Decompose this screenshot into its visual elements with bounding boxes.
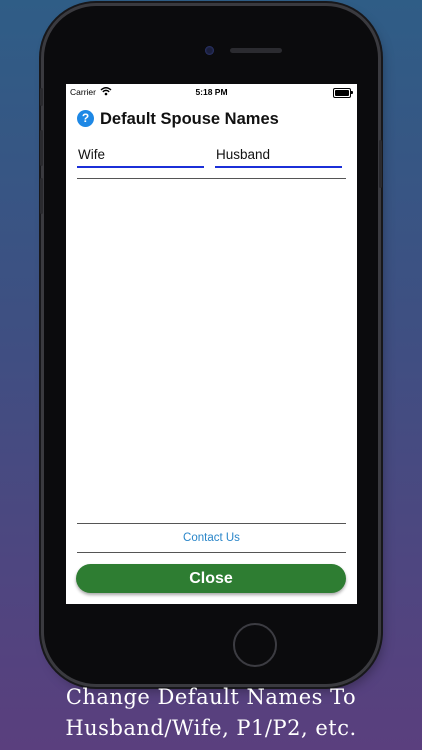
- wife-name-field[interactable]: [77, 142, 204, 168]
- marketing-caption: Change Default Names To Husband/Wife, P1…: [0, 682, 422, 744]
- power-button: [379, 140, 382, 188]
- earpiece-speaker: [230, 48, 282, 53]
- caption-line-1: Change Default Names To: [65, 685, 357, 709]
- page-title: Default Spouse Names: [100, 110, 279, 128]
- volume-down-button: [40, 178, 43, 214]
- home-button[interactable]: [233, 623, 277, 667]
- status-bar: Carrier 5:18 PM: [66, 84, 357, 100]
- battery-icon: [333, 88, 353, 98]
- top-divider: [77, 178, 346, 179]
- husband-name-field[interactable]: [215, 142, 342, 168]
- bottom-divider-upper: [77, 523, 346, 524]
- caption-line-2: Husband/Wife, P1/P2, etc.: [65, 716, 357, 740]
- front-camera: [205, 46, 214, 55]
- contact-us-link[interactable]: Contact Us: [77, 532, 346, 544]
- app-screen: Carrier 5:18 PM ? Default Spouse Names C…: [66, 84, 357, 604]
- volume-up-button: [40, 130, 43, 166]
- close-button[interactable]: Close: [76, 564, 346, 593]
- status-time: 5:18 PM: [195, 87, 228, 97]
- mute-switch: [40, 88, 43, 106]
- bottom-divider-lower: [77, 552, 346, 553]
- question-circle-icon[interactable]: ?: [77, 110, 94, 127]
